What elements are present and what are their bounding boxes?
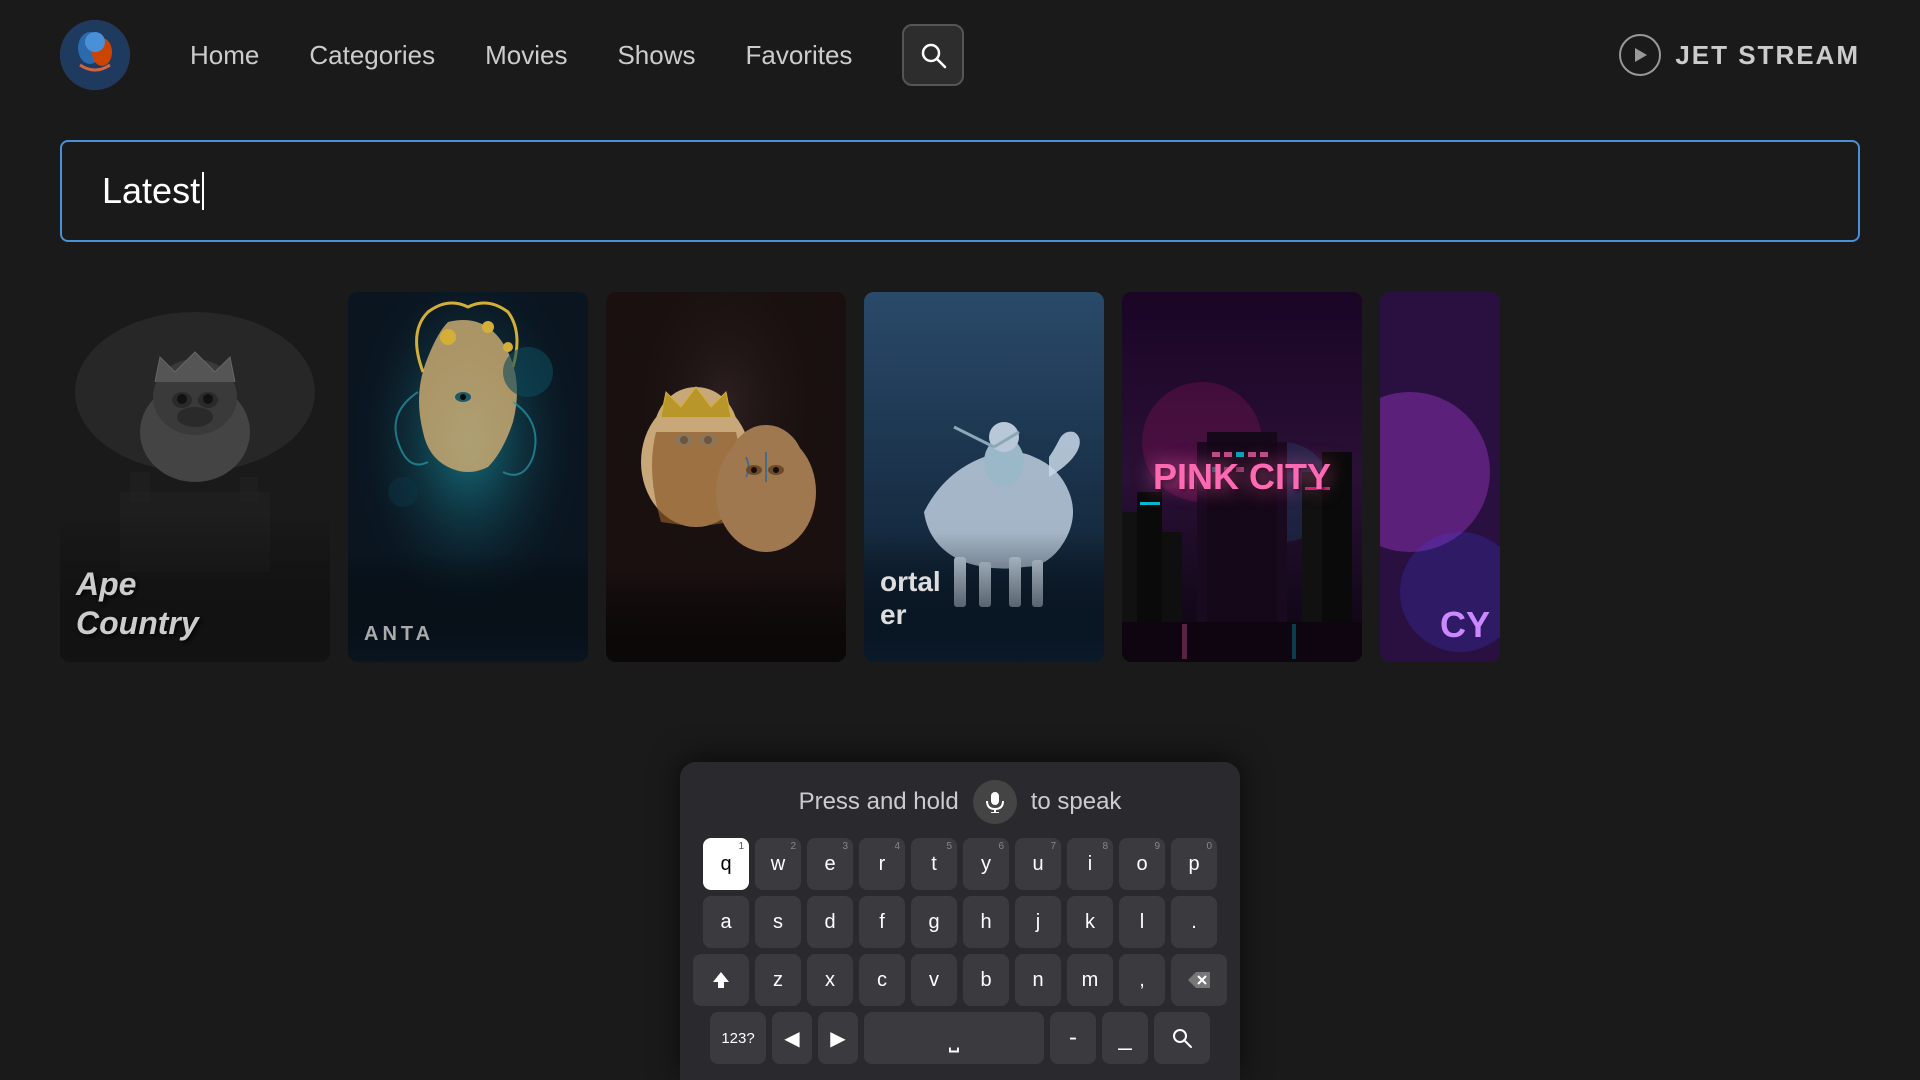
key-123[interactable]: 123? (710, 1012, 766, 1064)
key-q[interactable]: q1 (703, 838, 749, 890)
mic-button[interactable] (973, 780, 1017, 824)
key-h[interactable]: h (963, 896, 1009, 948)
card-title-partial: CY (1440, 604, 1490, 646)
content-row: ApeCountry (0, 262, 1920, 662)
key-m[interactable]: m (1067, 954, 1113, 1006)
key-x[interactable]: x (807, 954, 853, 1006)
nav-home[interactable]: Home (190, 40, 259, 71)
movie-card-ape-country[interactable]: ApeCountry (60, 292, 330, 662)
voice-hint: Press and hold to speak (680, 762, 1240, 838)
key-s[interactable]: s (755, 896, 801, 948)
key-l[interactable]: l (1119, 896, 1165, 948)
movie-card-immortal[interactable]: ortaler (864, 292, 1104, 662)
nav-movies[interactable]: Movies (485, 40, 567, 71)
key-c[interactable]: c (859, 954, 905, 1006)
brand-play-icon (1619, 34, 1661, 76)
key-i[interactable]: i8 (1067, 838, 1113, 890)
key-z[interactable]: z (755, 954, 801, 1006)
nav-shows[interactable]: Shows (617, 40, 695, 71)
card-title-anta: ANTA (364, 623, 434, 646)
key-space[interactable]: ⎵ (864, 1012, 1044, 1064)
voice-hint-prefix: Press and hold (799, 788, 959, 816)
key-v[interactable]: v (911, 954, 957, 1006)
key-r[interactable]: r4 (859, 838, 905, 890)
card-title-ape: ApeCountry (76, 565, 314, 642)
key-comma[interactable]: , (1119, 954, 1165, 1006)
key-o[interactable]: o9 (1119, 838, 1165, 890)
key-underscore[interactable]: _ (1102, 1012, 1148, 1064)
key-y[interactable]: y6 (963, 838, 1009, 890)
key-search[interactable] (1154, 1012, 1210, 1064)
voice-hint-suffix: to speak (1031, 788, 1122, 816)
search-button[interactable] (902, 24, 964, 86)
key-arrow-left[interactable]: ◀ (772, 1012, 812, 1064)
key-g[interactable]: g (911, 896, 957, 948)
nav-favorites[interactable]: Favorites (746, 40, 853, 71)
keyboard-overlay: Press and hold to speak q1 w2 e3 r4 t5 y… (680, 762, 1240, 1080)
key-backspace[interactable] (1171, 954, 1227, 1006)
search-box[interactable]: Latest (60, 140, 1860, 242)
key-p[interactable]: p0 (1171, 838, 1217, 890)
key-t[interactable]: t5 (911, 838, 957, 890)
header: Home Categories Movies Shows Favorites J… (0, 0, 1920, 110)
key-k[interactable]: k (1067, 896, 1113, 948)
key-row-1: q1 w2 e3 r4 t5 y6 u7 i8 o9 p0 (688, 838, 1232, 890)
movie-card-partial[interactable]: CY (1380, 292, 1500, 662)
key-e[interactable]: e3 (807, 838, 853, 890)
brand-name: JET STREAM (1675, 40, 1860, 71)
key-arrow-right[interactable]: ▶ (818, 1012, 858, 1064)
nav-categories[interactable]: Categories (309, 40, 435, 71)
movie-card-medieval[interactable] (606, 292, 846, 662)
text-cursor (202, 172, 204, 210)
movie-card-pink-city[interactable]: PINK CITY (1122, 292, 1362, 662)
movie-card-anta[interactable]: ANTA (348, 292, 588, 662)
key-w[interactable]: w2 (755, 838, 801, 890)
search-area: Latest (0, 120, 1920, 262)
card-title-pink-city: PINK CITY (1153, 456, 1331, 498)
key-row-4: 123? ◀ ▶ ⎵ - _ (688, 1012, 1232, 1064)
logo[interactable] (60, 20, 130, 90)
key-f[interactable]: f (859, 896, 905, 948)
key-row-2: a s d f g h j k l . (688, 896, 1232, 948)
key-row-3: z x c v b n m , (688, 954, 1232, 1006)
search-value: Latest (102, 170, 200, 212)
nav: Home Categories Movies Shows Favorites (190, 24, 1619, 86)
key-n[interactable]: n (1015, 954, 1061, 1006)
key-j[interactable]: j (1015, 896, 1061, 948)
card-title-immortal: ortaler (880, 565, 941, 632)
key-a[interactable]: a (703, 896, 749, 948)
key-d[interactable]: d (807, 896, 853, 948)
brand: JET STREAM (1619, 34, 1860, 76)
key-u[interactable]: u7 (1015, 838, 1061, 890)
key-dash[interactable]: - (1050, 1012, 1096, 1064)
keyboard-rows: q1 w2 e3 r4 t5 y6 u7 i8 o9 p0 a s d f g … (680, 838, 1240, 1064)
key-b[interactable]: b (963, 954, 1009, 1006)
key-period[interactable]: . (1171, 896, 1217, 948)
key-shift[interactable] (693, 954, 749, 1006)
